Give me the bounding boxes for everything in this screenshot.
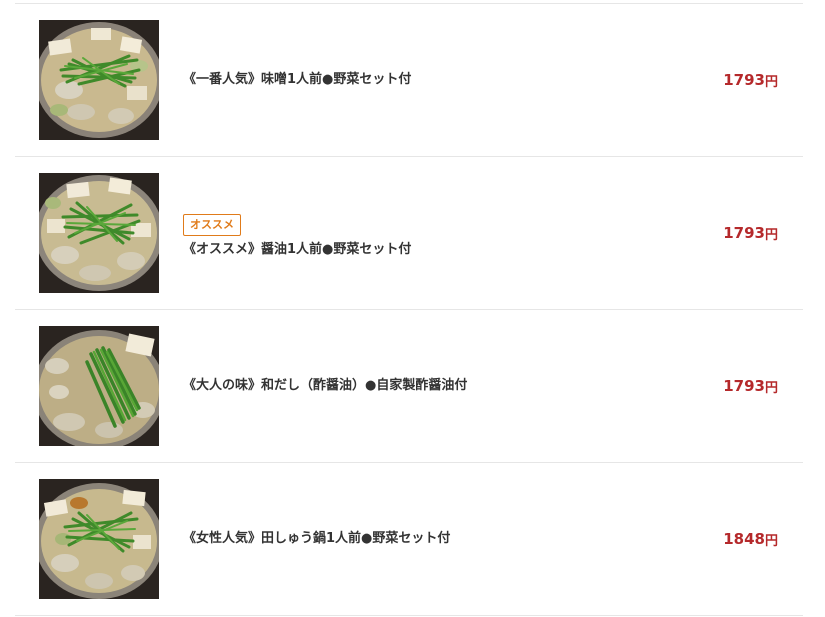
menu-item-name[interactable]: 《女性人気》田しゅう鍋1人前●野菜セット付: [183, 530, 663, 548]
menu-item-photo[interactable]: [39, 479, 159, 599]
menu-item-price: 1793 円: [723, 4, 778, 156]
price-currency: 円: [764, 533, 778, 549]
menu-item-photo[interactable]: [39, 20, 159, 140]
menu-item-name[interactable]: 《大人の味》和だし（酢醤油）●自家製酢醤油付: [183, 377, 663, 395]
menu-item[interactable]: 《大人の味》和だし（酢醤油）●自家製酢醤油付 1793 円: [15, 310, 803, 463]
price-value: 1793: [723, 71, 765, 89]
recommend-badge: オススメ: [183, 213, 241, 236]
menu-list: 《一番人気》味噌1人前●野菜セット付 1793 円 オススメ 《オススメ》醤油1…: [15, 0, 803, 616]
menu-item-photo[interactable]: [39, 173, 159, 293]
price-value: 1793: [723, 224, 765, 242]
menu-item-price: 1793 円: [723, 310, 778, 462]
menu-item-price: 1848 円: [723, 463, 778, 615]
menu-item-name[interactable]: 《一番人気》味噌1人前●野菜セット付: [183, 71, 663, 89]
price-currency: 円: [764, 380, 778, 396]
price-value: 1793: [723, 377, 765, 395]
menu-item[interactable]: 《一番人気》味噌1人前●野菜セット付 1793 円: [15, 4, 803, 157]
price-value: 1848: [723, 530, 765, 548]
menu-item-price: 1793 円: [723, 157, 778, 309]
menu-item-photo[interactable]: [39, 326, 159, 446]
price-currency: 円: [764, 74, 778, 90]
menu-item[interactable]: オススメ 《オススメ》醤油1人前●野菜セット付 1793 円: [15, 157, 803, 310]
price-currency: 円: [764, 227, 778, 243]
menu-item[interactable]: 《女性人気》田しゅう鍋1人前●野菜セット付 1848 円: [15, 463, 803, 616]
menu-item-name[interactable]: 《オススメ》醤油1人前●野菜セット付: [183, 241, 663, 259]
